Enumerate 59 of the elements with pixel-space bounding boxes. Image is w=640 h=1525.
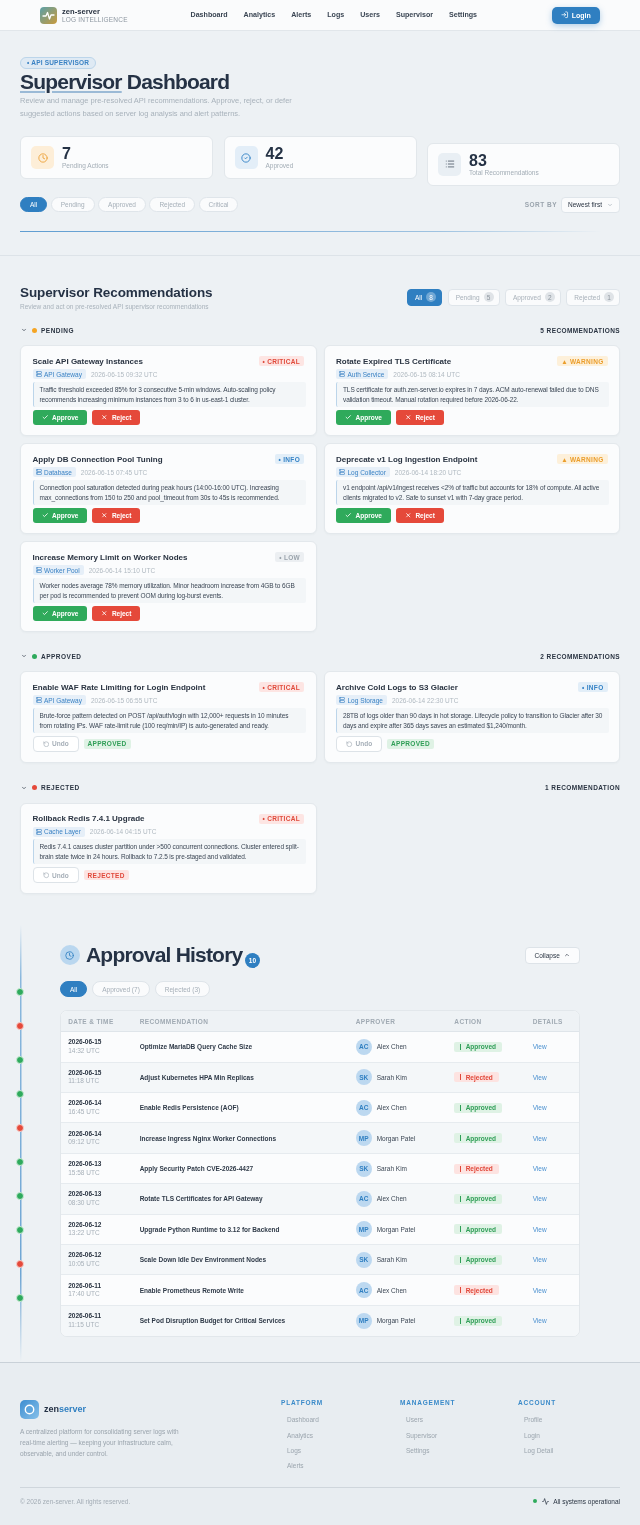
- server-icon: [35, 697, 42, 704]
- clock-icon: [60, 945, 80, 966]
- server-icon: [35, 828, 42, 835]
- close-icon: [101, 413, 108, 421]
- check-icon: [41, 413, 48, 421]
- pulse-icon: [542, 1497, 550, 1505]
- section-title: Approval History: [86, 945, 243, 966]
- server-icon: [339, 469, 345, 476]
- card-title: Deprecate v1 Log Ingestion Endpoint: [336, 453, 478, 465]
- stat-value: 42: [265, 145, 285, 162]
- check-icon: [345, 413, 352, 421]
- login-icon: [561, 11, 569, 19]
- status-dot-icon: [533, 1499, 538, 1504]
- chevron-icon[interactable]: [21, 784, 27, 791]
- timeline-dot-icon: [16, 1055, 25, 1064]
- server-icon: [35, 371, 42, 378]
- chevron-icon[interactable]: [21, 327, 27, 334]
- timeline-dot-icon: [16, 1021, 25, 1030]
- stat-value: 83: [469, 151, 488, 169]
- section-title: Supervisor Recommendations: [20, 283, 213, 301]
- close-icon: [101, 609, 108, 617]
- close-icon: [404, 511, 412, 519]
- check-icon: [41, 609, 48, 617]
- logo-icon: [20, 1399, 39, 1419]
- timeline-dot-icon: [16, 1225, 25, 1234]
- timeline-dot-icon: [16, 987, 25, 996]
- card-title: Archive Cold Logs to S3 Glacier: [336, 682, 458, 693]
- timeline-dot-icon: [16, 1157, 25, 1166]
- footer-brand-name: zenserver: [44, 1404, 87, 1415]
- logo-icon: [40, 6, 57, 24]
- server-icon: [339, 697, 345, 704]
- chevron-down-icon: [607, 201, 613, 208]
- undo-icon: [346, 740, 353, 748]
- stat-value: 7: [62, 145, 72, 162]
- server-icon: [35, 567, 42, 574]
- timeline-dot-icon: [16, 1259, 25, 1268]
- page-title: Supervisor Dashboard: [20, 70, 231, 94]
- timeline-dot-icon: [16, 1293, 25, 1302]
- close-icon: [101, 511, 108, 519]
- timeline-dot-icon: [16, 1191, 25, 1200]
- close-icon: [404, 413, 412, 421]
- list-icon: [438, 152, 461, 176]
- server-icon: [339, 371, 345, 378]
- clock-icon: [31, 146, 54, 169]
- card-title: Increase Memory Limit on Worker Nodes: [32, 551, 188, 563]
- chevron-up-icon: [563, 952, 570, 959]
- card-title: Rollback Redis 7.4.1 Upgrade: [32, 813, 145, 825]
- card-title: Enable WAF Rate Limiting for Login Endpoint: [32, 682, 206, 693]
- undo-icon: [42, 740, 49, 748]
- card-title: Rotate Expired TLS Certificate: [336, 355, 452, 367]
- server-icon: [35, 469, 42, 476]
- timeline-dot-icon: [16, 1089, 25, 1098]
- chevron-icon[interactable]: [21, 653, 27, 660]
- undo-icon: [42, 872, 49, 879]
- check-icon: [345, 511, 352, 519]
- card-title: Apply DB Connection Pool Tuning: [32, 453, 163, 465]
- card-title: Scale API Gateway Instances: [32, 355, 143, 367]
- check-icon: [41, 511, 48, 519]
- timeline-dot-icon: [16, 1123, 25, 1132]
